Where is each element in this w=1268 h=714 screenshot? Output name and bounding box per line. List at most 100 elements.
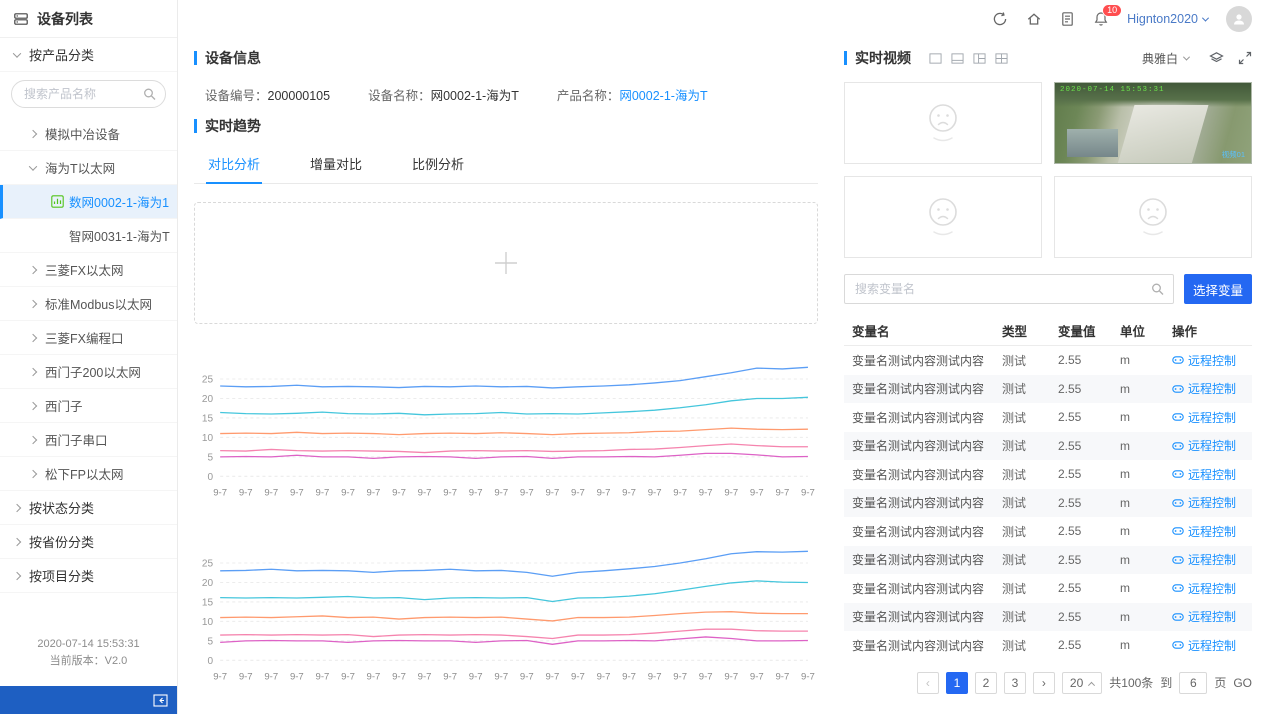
remote-control-link[interactable]: 远程控制 xyxy=(1172,352,1250,369)
select-variable-button[interactable]: 选择变量 xyxy=(1184,274,1252,304)
tree-item[interactable]: 三菱FX以太网 xyxy=(0,253,177,287)
sidebar-collapse-bar[interactable] xyxy=(0,686,177,714)
tree-child-item[interactable]: 数网0002-1-海为1 xyxy=(0,185,177,219)
layout-single-icon[interactable] xyxy=(929,52,942,65)
sidebar-section[interactable]: 按状态分类 xyxy=(0,491,177,525)
prev-page-button[interactable]: ‹ xyxy=(917,672,939,694)
variable-type-cell: 测试 xyxy=(1002,409,1058,426)
svg-text:5: 5 xyxy=(208,636,214,647)
add-chart-placeholder[interactable] xyxy=(194,202,818,324)
svg-text:5: 5 xyxy=(208,452,214,463)
search-icon[interactable] xyxy=(1151,283,1164,296)
tree-child-item[interactable]: 智网0031-1-海为T xyxy=(0,219,177,253)
remote-control-link[interactable]: 远程控制 xyxy=(1172,437,1250,454)
tree-item[interactable]: 三菱FX编程口 xyxy=(0,321,177,355)
trend-title: 实时趋势 xyxy=(194,114,818,138)
remote-control-link[interactable]: 远程控制 xyxy=(1172,551,1250,568)
remote-control-link[interactable]: 远程控制 xyxy=(1172,608,1250,625)
layout-grid-icon[interactable] xyxy=(995,52,1008,65)
sidebar-footer: 2020-07-14 15:53:31 当前版本：V2.0 xyxy=(0,636,177,670)
search-icon[interactable] xyxy=(143,88,156,101)
home-icon[interactable] xyxy=(1026,11,1042,27)
user-menu[interactable]: Hignton2020 xyxy=(1127,12,1208,26)
variable-unit-cell: m xyxy=(1120,382,1172,396)
notifications-bell-icon[interactable]: 10 xyxy=(1093,11,1109,27)
tree-item[interactable]: 松下FP以太网 xyxy=(0,457,177,491)
svg-text:9-7: 9-7 xyxy=(699,487,713,498)
layout-three-pane-icon[interactable] xyxy=(973,52,986,65)
page-size-select[interactable]: 20 xyxy=(1062,672,1102,694)
product-name-link[interactable]: 网0002-1-海为T xyxy=(619,89,707,103)
device-info-title-text: 设备信息 xyxy=(205,48,261,68)
video-cell-4[interactable] xyxy=(1054,176,1252,258)
video-overlay-timestamp: 2020-07-14 15:53:31 xyxy=(1060,86,1247,94)
variable-search xyxy=(844,274,1174,304)
svg-text:9-7: 9-7 xyxy=(494,487,508,498)
variable-type-cell: 测试 xyxy=(1002,580,1058,597)
svg-text:9-7: 9-7 xyxy=(622,671,636,682)
remote-control-link[interactable]: 远程控制 xyxy=(1172,409,1250,426)
document-icon[interactable] xyxy=(1060,11,1075,27)
tree-item[interactable]: 模拟中冶设备 xyxy=(0,117,177,151)
next-page-button[interactable]: › xyxy=(1033,672,1055,694)
svg-text:9-7: 9-7 xyxy=(545,487,559,498)
tree-item[interactable]: 西门子串口 xyxy=(0,423,177,457)
column-header-4: 单位 xyxy=(1120,321,1172,340)
remote-control-icon xyxy=(1172,639,1184,651)
svg-text:9-7: 9-7 xyxy=(341,487,355,498)
go-button[interactable]: GO xyxy=(1233,676,1252,690)
remote-control-label: 远程控制 xyxy=(1188,551,1236,568)
remote-control-link[interactable]: 远程控制 xyxy=(1172,466,1250,483)
section-label: 按省份分类 xyxy=(29,532,94,551)
remote-control-link[interactable]: 远程控制 xyxy=(1172,494,1250,511)
tree-item[interactable]: 海为T以太网 xyxy=(0,151,177,185)
variable-type-cell: 测试 xyxy=(1002,437,1058,454)
tree-item[interactable]: 西门子200以太网 xyxy=(0,355,177,389)
refresh-icon[interactable] xyxy=(992,11,1008,27)
chevron-down-icon xyxy=(1183,53,1190,60)
tab-3[interactable]: 比例分析 xyxy=(410,144,466,183)
tree-item[interactable]: 西门子 xyxy=(0,389,177,423)
layout-two-pane-icon[interactable] xyxy=(951,52,964,65)
page-button-1[interactable]: 1 xyxy=(946,672,968,694)
layers-icon[interactable] xyxy=(1209,51,1224,66)
tab-1[interactable]: 对比分析 xyxy=(206,144,262,184)
tree-item[interactable]: 标准Modbus以太网 xyxy=(0,287,177,321)
user-icon xyxy=(1232,12,1246,26)
remote-control-link[interactable]: 远程控制 xyxy=(1172,380,1250,397)
chevron-right-icon xyxy=(13,537,21,545)
column-header-5: 操作 xyxy=(1172,321,1250,340)
variable-type-cell: 测试 xyxy=(1002,608,1058,625)
svg-text:9-7: 9-7 xyxy=(418,487,432,498)
sidebar-section[interactable]: 按项目分类 xyxy=(0,559,177,593)
variable-search-input[interactable] xyxy=(844,274,1174,304)
variable-value-cell: 2.55 xyxy=(1058,467,1120,481)
svg-text:9-7: 9-7 xyxy=(316,487,330,498)
sidebar-section-by-product[interactable]: 按产品分类 xyxy=(0,38,177,72)
page-button-2[interactable]: 2 xyxy=(975,672,997,694)
pagination: ‹123›20共100条到页GO xyxy=(844,660,1252,706)
table-row: 变量名测试内容测试内容测试2.55m远程控制 xyxy=(844,375,1252,404)
collapse-sidebar-icon[interactable] xyxy=(153,694,168,707)
table-header: 变量名类型变量值单位操作 xyxy=(844,316,1252,346)
sidebar-section[interactable]: 按省份分类 xyxy=(0,525,177,559)
username: Hignton2020 xyxy=(1127,12,1198,26)
video-theme-select[interactable]: 典雅白 xyxy=(1142,50,1189,67)
jump-page-input[interactable] xyxy=(1179,672,1207,694)
tab-2[interactable]: 增量对比 xyxy=(308,144,364,183)
chevron-right-icon xyxy=(29,469,37,477)
video-cell-2[interactable]: 2020-07-14 15:53:31视频01 xyxy=(1054,82,1252,164)
video-cell-1[interactable] xyxy=(844,82,1042,164)
svg-text:9-7: 9-7 xyxy=(367,671,381,682)
total-count: 共100条 xyxy=(1109,674,1153,691)
video-header: 实时视频 xyxy=(844,46,1252,70)
fullscreen-icon[interactable] xyxy=(1238,51,1252,65)
page-button-3[interactable]: 3 xyxy=(1004,672,1026,694)
remote-control-link[interactable]: 远程控制 xyxy=(1172,580,1250,597)
video-cell-3[interactable] xyxy=(844,176,1042,258)
avatar[interactable] xyxy=(1226,6,1252,32)
device-info-fields: 设备编号：200000105设备名称：网0002-1-海为T产品名称：网0002… xyxy=(194,70,818,114)
remote-control-link[interactable]: 远程控制 xyxy=(1172,523,1250,540)
remote-control-link[interactable]: 远程控制 xyxy=(1172,637,1250,654)
chevron-down-icon xyxy=(29,162,37,170)
